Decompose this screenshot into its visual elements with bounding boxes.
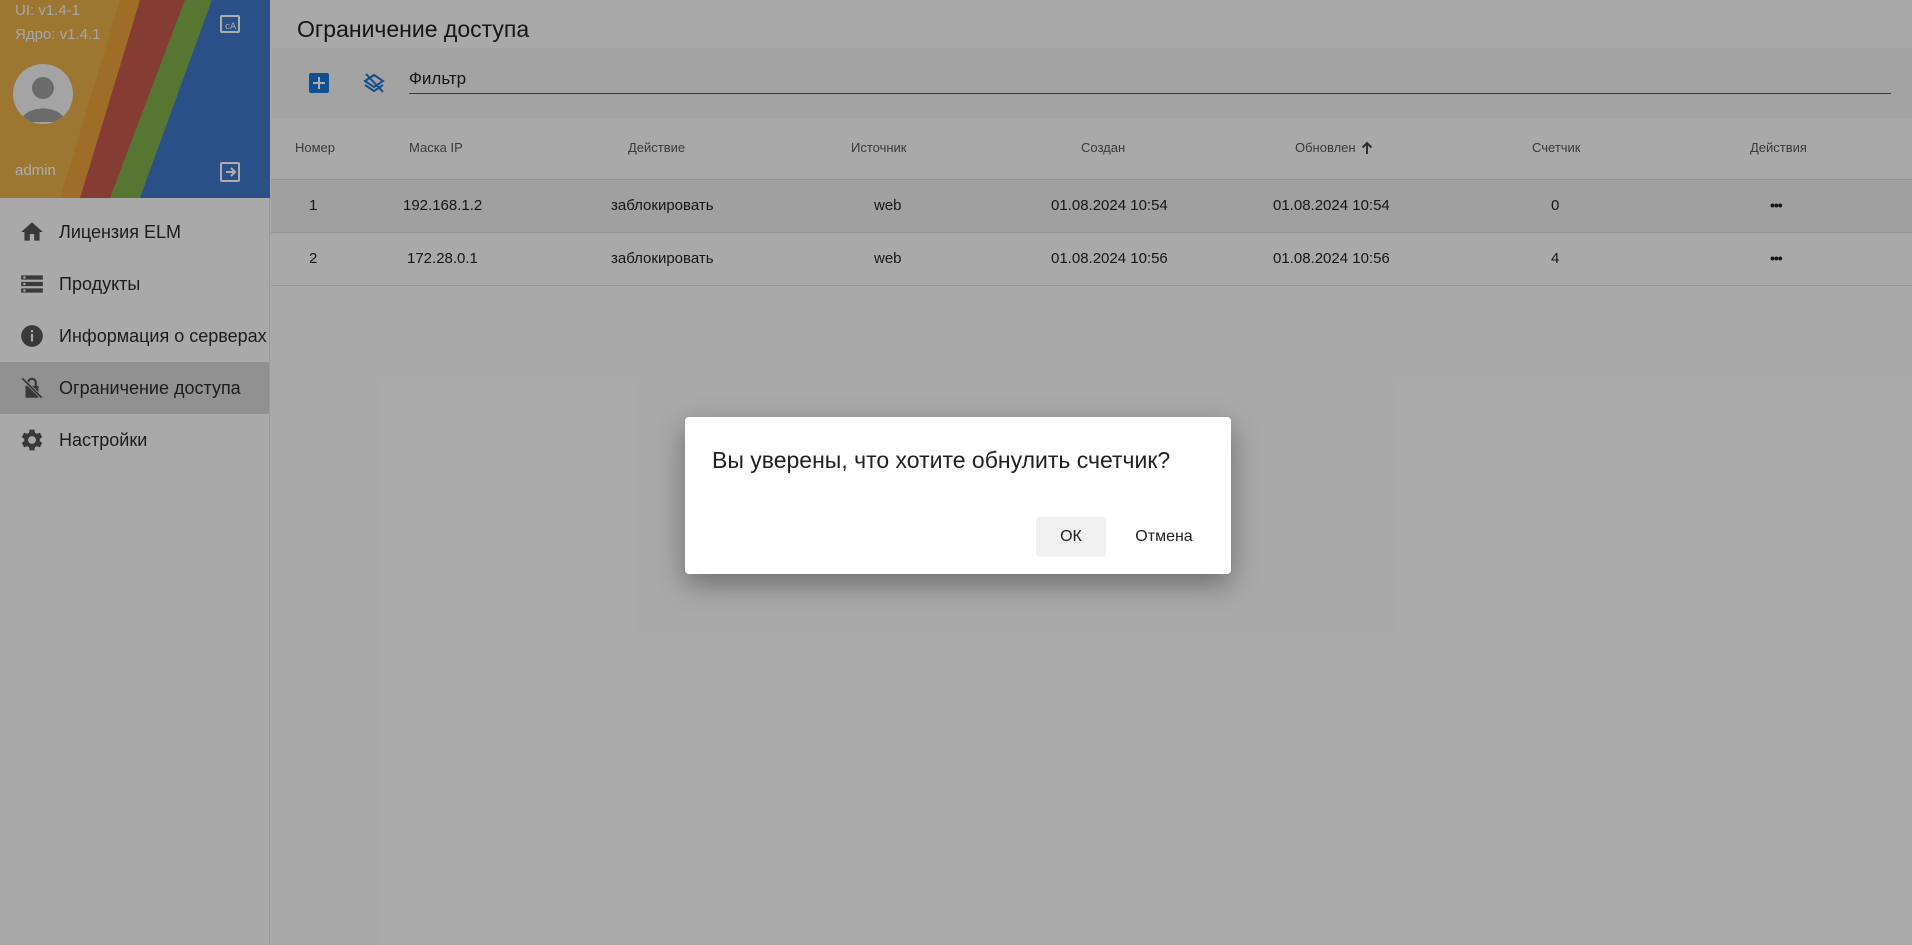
confirm-dialog: Вы уверены, что хотите обнулить счетчик?… [685, 417, 1231, 574]
dialog-title: Вы уверены, что хотите обнулить счетчик? [712, 447, 1171, 473]
ok-button[interactable]: ОК [1036, 517, 1106, 557]
cancel-button[interactable]: Отмена [1118, 517, 1210, 557]
